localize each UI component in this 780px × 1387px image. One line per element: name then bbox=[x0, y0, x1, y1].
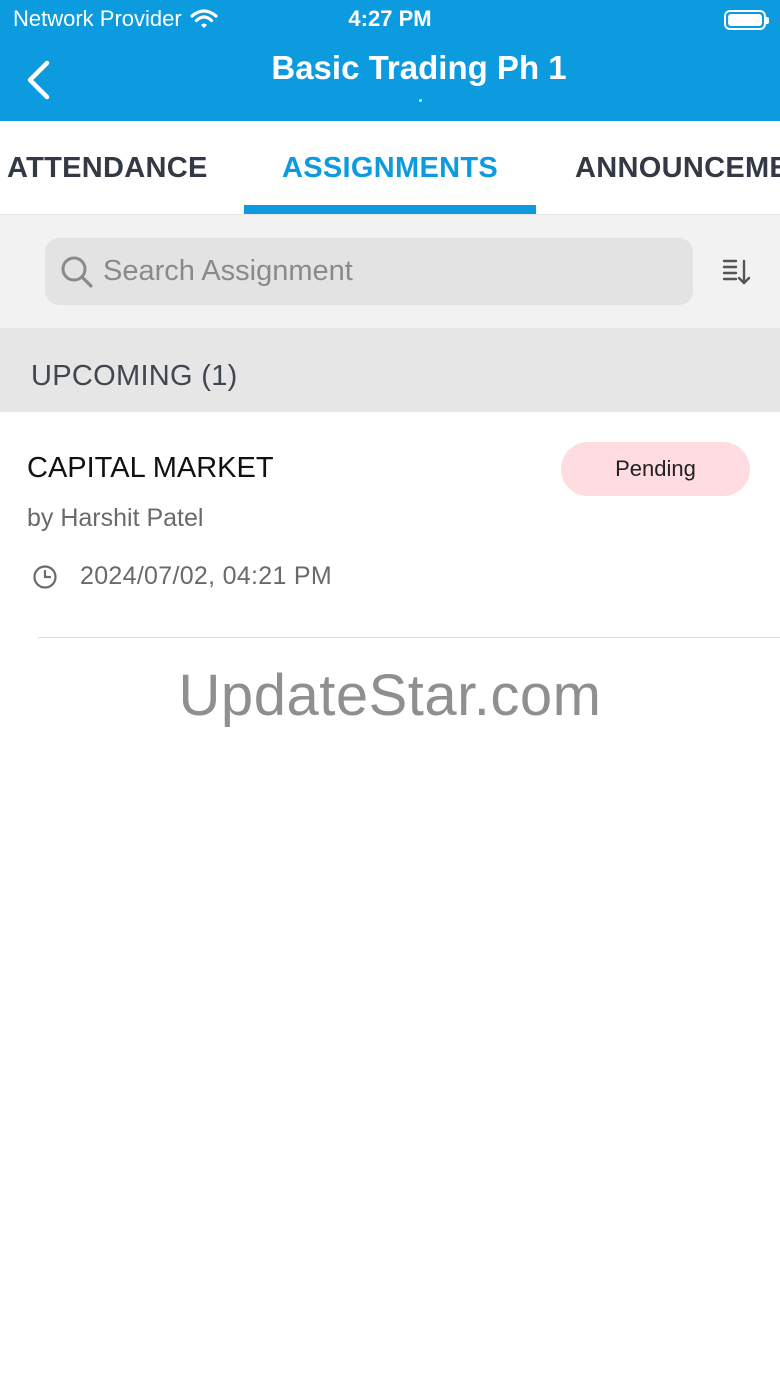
sort-button[interactable] bbox=[720, 255, 754, 289]
list-divider bbox=[38, 637, 780, 638]
active-tab-indicator bbox=[244, 205, 536, 214]
assignment-date-row: 2024/07/02, 04:21 PM bbox=[32, 562, 332, 591]
assignment-list-item[interactable]: CAPITAL MARKET by Harshit Patel 2024/07/… bbox=[0, 412, 780, 638]
search-box[interactable] bbox=[45, 238, 693, 305]
tab-announcements[interactable]: ANNOUNCEME bbox=[575, 121, 780, 214]
section-title: UPCOMING (1) bbox=[31, 360, 238, 392]
sort-icon bbox=[722, 259, 751, 285]
status-badge: Pending bbox=[561, 442, 750, 496]
battery-icon bbox=[724, 10, 769, 30]
tab-assignments[interactable]: ASSIGNMENTS bbox=[282, 121, 498, 214]
clock-icon bbox=[33, 564, 57, 589]
search-input[interactable] bbox=[103, 255, 663, 288]
assignment-datetime: 2024/07/02, 04:21 PM bbox=[80, 562, 333, 590]
screen: Network Provider 4:27 PM Basic Trading P… bbox=[0, 0, 780, 1387]
title-dot bbox=[419, 99, 422, 102]
assignment-author: by Harshit Patel bbox=[27, 504, 204, 532]
search-icon bbox=[61, 256, 93, 288]
watermark-text: UpdateStar.com bbox=[178, 663, 602, 728]
app-header: Network Provider 4:27 PM Basic Trading P… bbox=[0, 0, 780, 121]
search-row bbox=[0, 215, 780, 328]
tab-bar: ATTENDANCE ASSIGNMENTS ANNOUNCEME bbox=[0, 121, 780, 215]
status-time: 4:27 PM bbox=[348, 6, 432, 31]
section-header: UPCOMING (1) bbox=[0, 328, 780, 412]
page-title: Basic Trading Ph 1 bbox=[271, 49, 567, 86]
tab-attendance[interactable]: ATTENDANCE bbox=[7, 121, 208, 214]
assignment-title: CAPITAL MARKET bbox=[27, 452, 274, 484]
